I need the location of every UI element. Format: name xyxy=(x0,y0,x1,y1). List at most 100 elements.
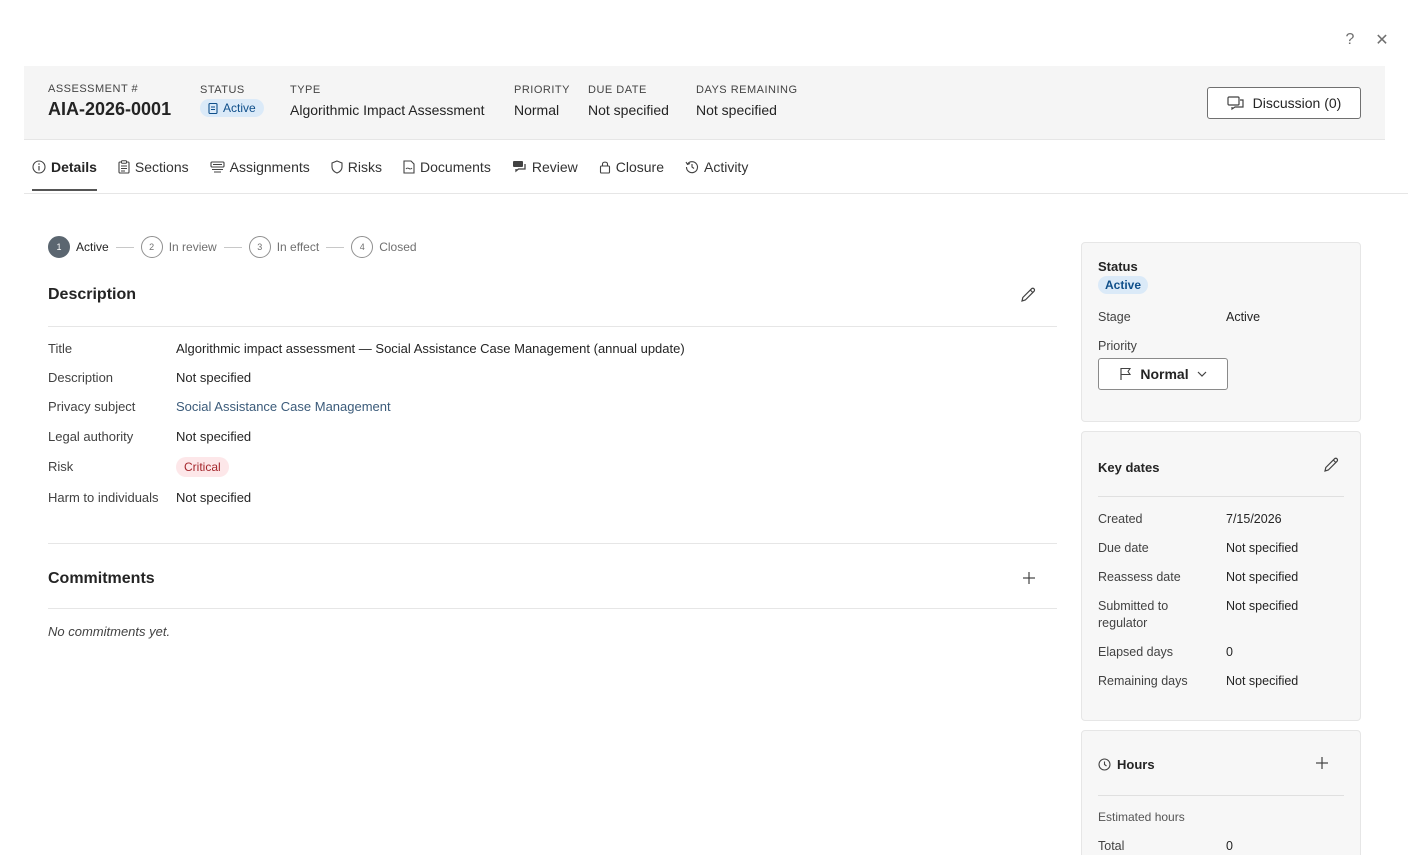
divider xyxy=(48,326,1057,327)
key-dates-card: Key dates Created 7/15/2026 Due date Not… xyxy=(1081,431,1361,721)
tab-documents[interactable]: Documents xyxy=(395,143,499,191)
tab-details[interactable]: Details xyxy=(24,143,105,191)
tab-assignments[interactable]: Assignments xyxy=(202,143,318,191)
hours-title-label: Hours xyxy=(1117,757,1155,772)
step-number: 4 xyxy=(351,236,374,258)
header-type-value: Algorithmic Impact Assessment xyxy=(290,102,485,118)
header-priority: PRIORITY Normal xyxy=(514,84,570,118)
lock-icon xyxy=(599,161,610,174)
stage-value: Active xyxy=(1226,310,1261,324)
step-in-review: 2 In review xyxy=(140,236,217,258)
assessment-number: ASSESSMENT # AIA-2026-0001 xyxy=(48,83,171,120)
field-value: Not specified xyxy=(176,429,252,444)
tab-documents-label: Documents xyxy=(420,158,491,175)
date-value: Not specified xyxy=(1226,599,1299,613)
chevron-down-icon xyxy=(1197,371,1207,377)
divider xyxy=(1098,795,1344,796)
risk-badge: Critical xyxy=(176,457,229,477)
header-status-label: STATUS xyxy=(200,84,245,96)
date-row-elapsed: Elapsed days 0 xyxy=(1098,644,1233,661)
hours-card: Hours Estimated hours Total 0 xyxy=(1081,730,1361,855)
field-label: Legal authority xyxy=(48,429,134,444)
header-days-remaining-value: Not specified xyxy=(696,102,777,118)
date-value: 7/15/2026 xyxy=(1226,512,1282,526)
add-hours-button[interactable] xyxy=(1314,755,1330,771)
header-days-remaining: DAYS REMAINING Not specified xyxy=(696,84,798,118)
date-row-remaining: Remaining days Not specified xyxy=(1098,673,1298,690)
stage-label: Stage xyxy=(1098,310,1131,324)
shield-icon xyxy=(331,159,343,174)
key-dates-title: Key dates xyxy=(1098,460,1160,475)
field-legal-authority: Legal authority Not specified xyxy=(48,429,251,444)
header-due-date-value: Not specified xyxy=(588,102,669,118)
edit-description-button[interactable] xyxy=(1019,286,1037,304)
discussion-button-label: Discussion (0) xyxy=(1252,95,1342,111)
tab-risks-label: Risks xyxy=(347,158,383,175)
description-title: Description xyxy=(48,286,137,303)
help-icon[interactable]: ? xyxy=(1342,30,1358,50)
step-number: 2 xyxy=(140,236,163,258)
hours-total-row: Total 0 xyxy=(1098,838,1233,855)
plus-icon xyxy=(1023,572,1035,584)
field-harm: Harm to individuals Not specified xyxy=(48,490,251,505)
flag-icon xyxy=(1120,367,1132,380)
status-card-title: Status xyxy=(1098,259,1138,274)
step-label: In review xyxy=(168,240,217,254)
tab-closure[interactable]: Closure xyxy=(591,143,672,191)
date-row-reassess: Reassess date Not specified xyxy=(1098,569,1298,586)
commitments-section: Commitments No commitments yet. xyxy=(48,570,1057,650)
estimated-hours-label: Estimated hours xyxy=(1098,810,1185,824)
commitments-title: Commitments xyxy=(48,570,155,587)
description-section: Description Title Algorithmic impact ass… xyxy=(48,286,1057,544)
window-actions: ? ✕ xyxy=(1342,30,1390,50)
date-row-created: Created 7/15/2026 xyxy=(1098,511,1282,528)
divider xyxy=(48,543,1057,544)
divider xyxy=(48,608,1057,609)
hours-total-value: 0 xyxy=(1226,839,1233,853)
tab-closure-label: Closure xyxy=(615,158,664,175)
add-commitment-button[interactable] xyxy=(1021,570,1037,586)
discussion-button[interactable]: Discussion (0) xyxy=(1207,87,1361,119)
header-priority-label: PRIORITY xyxy=(514,84,570,96)
field-label: Risk xyxy=(48,459,74,474)
date-value: 0 xyxy=(1226,645,1233,659)
tab-review[interactable]: Review xyxy=(504,143,586,191)
tab-risks[interactable]: Risks xyxy=(323,143,390,191)
tab-activity[interactable]: Activity xyxy=(677,143,756,191)
chat-icon xyxy=(512,161,526,173)
step-separator xyxy=(115,246,134,248)
step-active: 1 Active xyxy=(48,236,109,258)
clipboard-icon xyxy=(118,159,130,174)
step-label: Closed xyxy=(379,240,417,254)
field-value: Critical xyxy=(176,457,229,477)
priority-dropdown[interactable]: Normal xyxy=(1098,358,1228,390)
date-label: Remaining days xyxy=(1098,674,1188,688)
header-due-date-label: DUE DATE xyxy=(588,84,647,96)
header-priority-value: Normal xyxy=(514,102,560,118)
status-card: Status Active Stage Active Priority Norm… xyxy=(1081,242,1361,422)
edit-dates-button[interactable] xyxy=(1322,456,1340,474)
tab-assignments-label: Assignments xyxy=(229,158,310,175)
close-icon[interactable]: ✕ xyxy=(1374,30,1390,50)
tab-details-label: Details xyxy=(51,158,97,175)
chat-icon xyxy=(1227,95,1244,110)
assignments-icon xyxy=(210,160,225,172)
tab-activity-label: Activity xyxy=(703,158,749,175)
field-value: Not specified xyxy=(176,370,252,385)
commitments-empty-text: No commitments yet. xyxy=(48,624,171,639)
tab-sections[interactable]: Sections xyxy=(110,143,197,191)
step-separator xyxy=(326,246,345,248)
date-label: Created xyxy=(1098,512,1143,526)
assessment-header: ASSESSMENT # AIA-2026-0001 STATUS Active… xyxy=(24,66,1385,140)
date-label: Reassess date xyxy=(1098,570,1181,584)
step-closed: 4 Closed xyxy=(351,236,417,258)
field-value: Algorithmic impact assessment — Social A… xyxy=(176,341,685,356)
pencil-icon xyxy=(1324,457,1339,472)
privacy-subject-link[interactable]: Social Assistance Case Management xyxy=(176,399,391,414)
stage-stepper: 1 Active 2 In review 3 In effect 4 Close… xyxy=(48,236,417,258)
field-label: Privacy subject xyxy=(48,399,136,414)
tab-sections-label: Sections xyxy=(134,158,189,175)
clock-icon xyxy=(1098,758,1111,771)
header-due-date: DUE DATE Not specified xyxy=(588,84,669,118)
tab-bar: Details Sections Assignments Risks Docum… xyxy=(24,140,1408,194)
